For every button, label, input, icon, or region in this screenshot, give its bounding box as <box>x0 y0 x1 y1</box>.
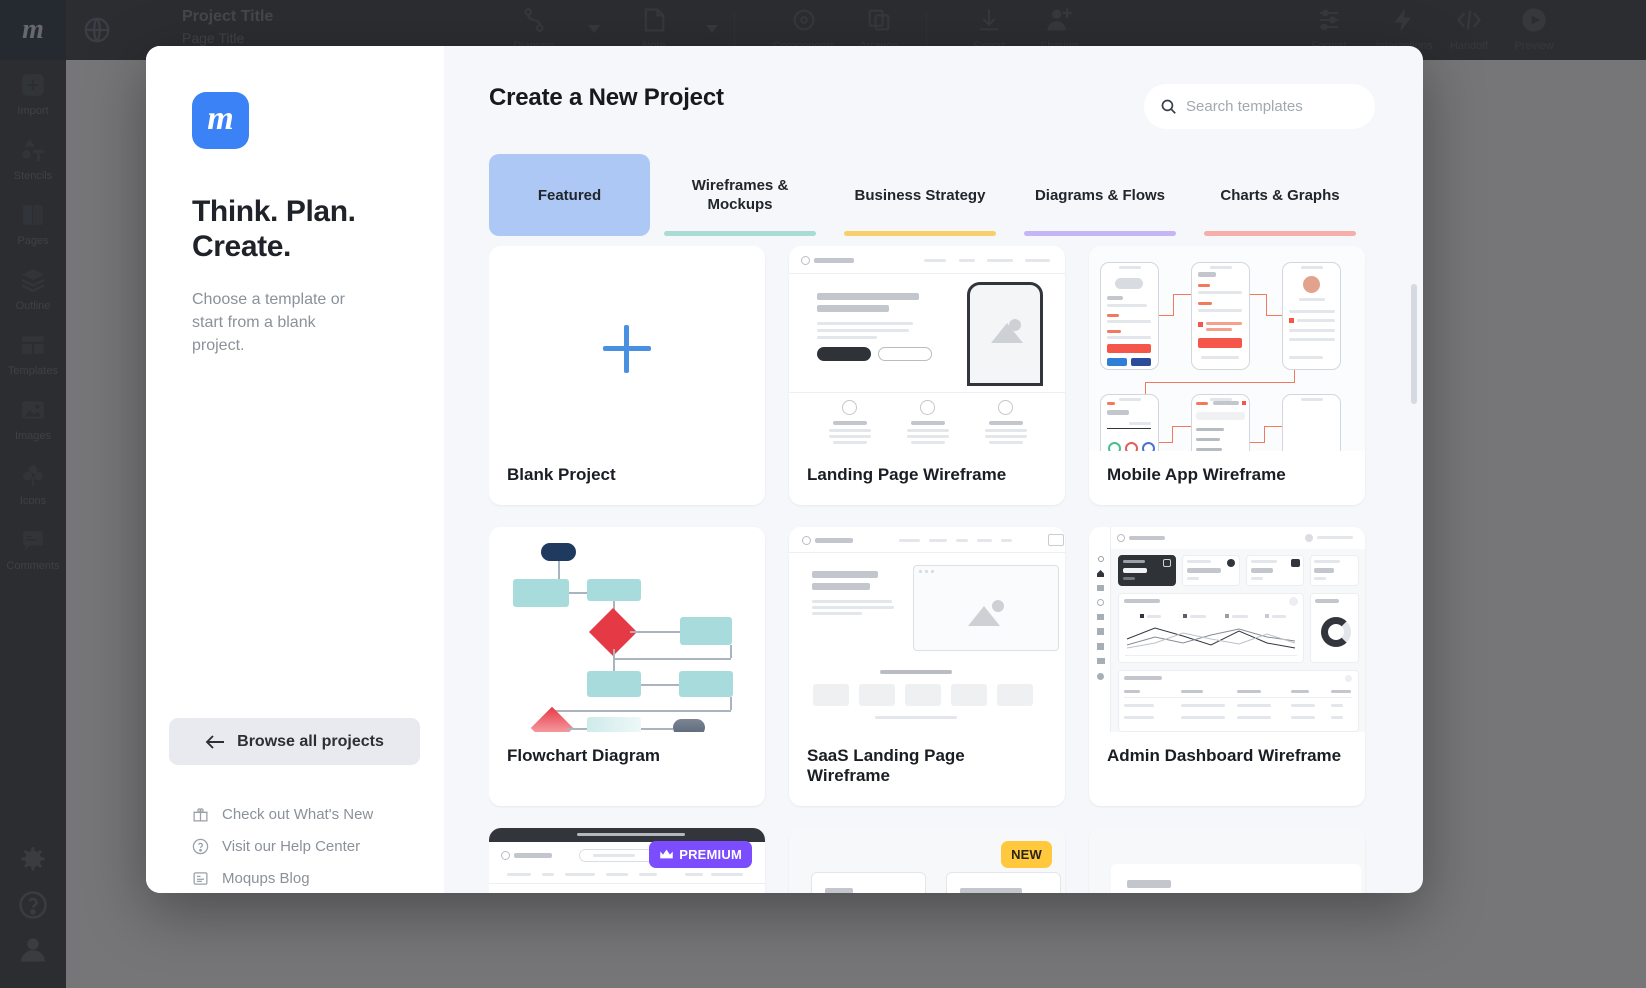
page-title: Create a New Project <box>489 84 724 111</box>
template-preview <box>1089 828 1365 893</box>
template-card-mobile-app-wireframe[interactable]: Mobile App Wireframe <box>1089 246 1365 505</box>
template-card-ecommerce-store[interactable]: PREMIUM <box>489 828 765 893</box>
modal-content: Create a New Project Featured Wireframes… <box>444 46 1423 893</box>
modal-sidebar: m Think. Plan. Create. Choose a template… <box>146 46 444 893</box>
tab-underline <box>1024 231 1176 236</box>
tab-business-strategy[interactable]: Business Strategy <box>830 154 1010 236</box>
template-card-landing-page-wireframe[interactable]: Landing Page Wireframe <box>789 246 1065 505</box>
template-name: Admin Dashboard Wireframe <box>1107 746 1342 765</box>
tab-underline <box>844 231 996 236</box>
link-moqups-blog[interactable]: Moqups Blog <box>192 870 310 887</box>
template-name: Mobile App Wireframe <box>1107 465 1286 484</box>
tab-underline <box>664 231 816 236</box>
hero-title: Think. Plan. Create. <box>192 195 356 263</box>
template-name: Flowchart Diagram <box>507 746 661 765</box>
template-preview <box>489 246 765 451</box>
moqups-logo: m <box>192 92 249 149</box>
question-circle-icon <box>192 838 209 855</box>
template-preview <box>1089 246 1365 451</box>
templates-scroll-area[interactable]: Blank Project Landing Page Wireframe Mob… <box>489 246 1401 893</box>
tab-label: Charts & Graphs <box>1220 186 1340 204</box>
scrollbar-thumb[interactable] <box>1411 284 1417 404</box>
badge-label: NEW <box>1011 847 1042 862</box>
template-preview <box>1089 527 1365 732</box>
template-preview <box>789 527 1065 732</box>
blog-icon <box>192 870 209 887</box>
search-icon <box>1160 98 1177 115</box>
search-templates-box[interactable] <box>1144 84 1375 129</box>
link-label: Moqups Blog <box>222 870 310 887</box>
link-whats-new[interactable]: Check out What's New <box>192 806 373 823</box>
template-name: Blank Project <box>507 465 616 484</box>
tab-label: Featured <box>537 186 602 204</box>
new-badge: NEW <box>1001 841 1052 868</box>
tab-underline <box>1204 231 1356 236</box>
link-help-center[interactable]: Visit our Help Center <box>192 838 360 855</box>
tab-wireframes-mockups[interactable]: Wireframes & Mockups <box>650 154 830 236</box>
crown-icon <box>659 849 674 861</box>
browse-all-projects-button[interactable]: Browse all projects <box>169 718 420 765</box>
template-name: SaaS Landing Page Wireframe <box>807 746 965 785</box>
tab-featured[interactable]: Featured <box>489 154 650 236</box>
browse-all-projects-label: Browse all projects <box>237 732 384 750</box>
tab-label: Business Strategy <box>854 186 986 204</box>
template-category-tabs: Featured Wireframes & Mockups Business S… <box>489 154 1383 236</box>
badge-label: PREMIUM <box>679 847 742 862</box>
template-preview <box>489 527 765 732</box>
sales-line-chart <box>1126 627 1296 649</box>
link-label: Check out What's New <box>222 806 374 823</box>
template-card-admin-dashboard-wireframe[interactable]: Admin Dashboard Wireframe <box>1089 527 1365 806</box>
templates-grid: Blank Project Landing Page Wireframe Mob… <box>489 246 1401 893</box>
hero-subtitle: Choose a template or start from a blank … <box>192 291 345 354</box>
tab-charts-graphs[interactable]: Charts & Graphs <box>1190 154 1370 236</box>
template-name: Landing Page Wireframe <box>807 465 1007 484</box>
tab-diagrams-flows[interactable]: Diagrams & Flows <box>1010 154 1190 236</box>
premium-badge: PREMIUM <box>649 841 752 868</box>
scrollbar-track[interactable] <box>1411 242 1417 883</box>
template-card-sign-in-sign-up[interactable]: NEW <box>789 828 1065 893</box>
template-card-blank-project[interactable]: Blank Project <box>489 246 765 505</box>
gift-icon <box>192 806 209 823</box>
link-label: Visit our Help Center <box>222 838 361 855</box>
tab-label: Diagrams & Flows <box>1034 186 1166 204</box>
template-preview <box>789 246 1065 451</box>
search-input[interactable] <box>1186 98 1359 115</box>
template-card-saas-landing-page-wireframe[interactable]: SaaS Landing Page Wireframe <box>789 527 1065 806</box>
arrow-left-icon <box>205 734 225 749</box>
template-card-flowchart-diagram[interactable]: Flowchart Diagram <box>489 527 765 806</box>
create-project-modal: m Think. Plan. Create. Choose a template… <box>146 46 1423 893</box>
tab-label: Wireframes & Mockups <box>691 177 789 213</box>
plus-icon <box>603 324 651 373</box>
template-card-invoices-table[interactable]: Invoices Table <box>1089 828 1365 893</box>
